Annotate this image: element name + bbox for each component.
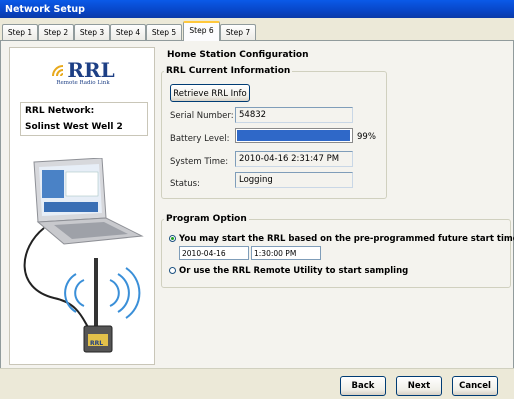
window-title: Network Setup xyxy=(0,0,514,18)
status-label: Status: xyxy=(170,179,200,189)
option-future-start-radio[interactable] xyxy=(169,235,176,242)
tab-step-6[interactable]: Step 6 xyxy=(183,21,220,41)
program-option-legend: Program Option xyxy=(164,214,249,224)
footer-bar: Back Next Cancel xyxy=(0,368,514,399)
system-time-field: 2010-04-16 2:31:47 PM xyxy=(235,151,353,167)
cancel-button[interactable]: Cancel xyxy=(452,376,498,396)
logo-text: RRL xyxy=(67,58,115,82)
system-time-label: System Time: xyxy=(170,157,229,167)
status-field: Logging xyxy=(235,172,353,188)
signal-wave-icon xyxy=(52,65,64,77)
step-panel: RRL Remote Radio Link RRL Network: Solin… xyxy=(0,41,514,368)
serial-number-label: Serial Number: xyxy=(170,111,234,121)
tab-step-3[interactable]: Step 3 xyxy=(74,24,110,40)
option-future-start-label[interactable]: You may start the RRL based on the pre-p… xyxy=(179,234,514,244)
device-label: RRL xyxy=(90,340,104,347)
next-button[interactable]: Next xyxy=(396,376,442,396)
battery-level-label: Battery Level: xyxy=(170,134,230,144)
battery-level-bar xyxy=(235,128,353,143)
rrl-info-legend: RRL Current Information xyxy=(164,66,293,76)
rrl-logo: RRL Remote Radio Link xyxy=(10,58,156,86)
battery-level-fill xyxy=(237,130,350,141)
back-button[interactable]: Back xyxy=(340,376,386,396)
network-name: Solinst West Well 2 xyxy=(25,122,123,132)
tab-step-7[interactable]: Step 7 xyxy=(220,24,256,40)
sidebar: RRL Remote Radio Link RRL Network: Solin… xyxy=(9,47,155,365)
option-remote-utility-radio[interactable] xyxy=(169,267,176,274)
retrieve-rrl-info-button[interactable]: Retrieve RRL Info xyxy=(170,84,250,102)
step-tabs: Step 1 Step 2 Step 3 Step 4 Step 5 Step … xyxy=(0,18,514,41)
tab-step-1[interactable]: Step 1 xyxy=(2,24,38,40)
network-box: RRL Network: Solinst West Well 2 xyxy=(20,102,148,136)
start-date-input[interactable]: 2010-04-16 xyxy=(179,246,249,260)
logo-subtext: Remote Radio Link xyxy=(56,80,110,86)
network-label: RRL Network: xyxy=(25,106,95,116)
tab-step-2[interactable]: Step 2 xyxy=(38,24,74,40)
battery-percent: 99% xyxy=(357,132,376,142)
serial-number-field: 54832 xyxy=(235,107,353,123)
tab-step-4[interactable]: Step 4 xyxy=(110,24,146,40)
tab-step-5[interactable]: Step 5 xyxy=(146,24,182,40)
page-title: Home Station Configuration xyxy=(167,50,309,60)
option-remote-utility-label[interactable]: Or use the RRL Remote Utility to start s… xyxy=(179,266,408,276)
start-time-input[interactable]: 1:30:00 PM xyxy=(251,246,321,260)
laptop-radio-illustration xyxy=(23,158,144,353)
